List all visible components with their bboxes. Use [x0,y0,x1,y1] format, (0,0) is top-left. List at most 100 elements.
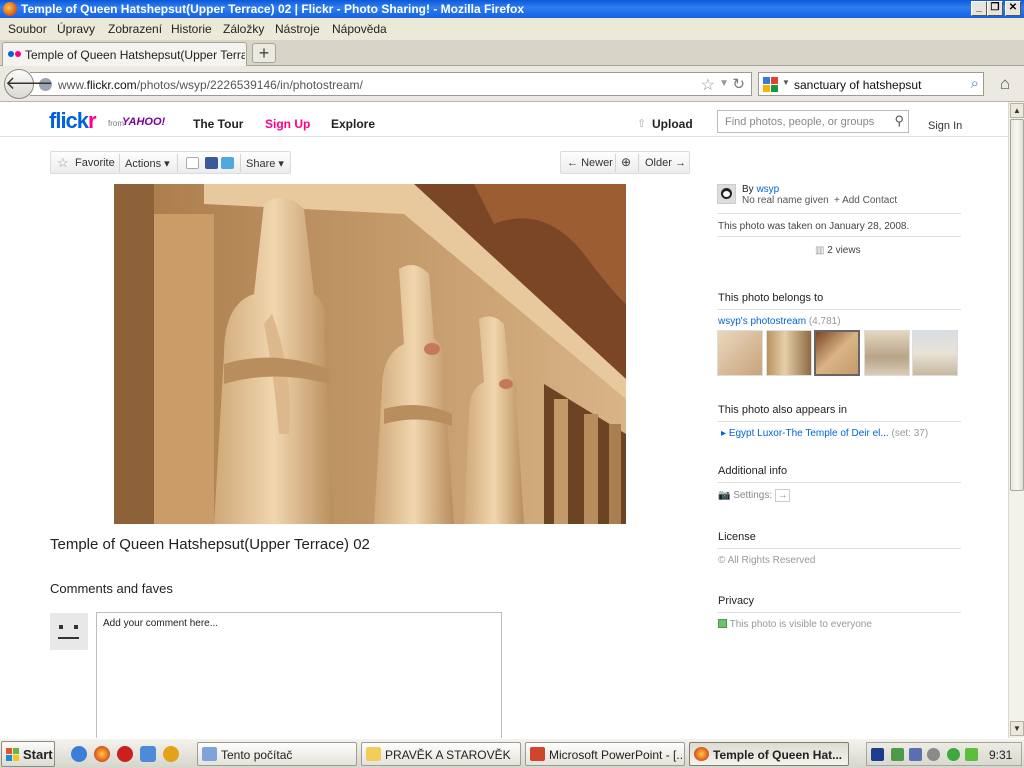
firefox-quicklaunch-icon[interactable] [94,746,110,762]
vertical-scrollbar[interactable]: ▲ ▼ [1008,102,1024,738]
buddy-icon-avatar [50,613,88,650]
upload-arrow-icon: ⇧ [637,118,647,130]
comment-textarea[interactable]: Add your comment here... [96,612,502,738]
folder-icon [366,747,381,761]
taskbar-window-my-computer[interactable]: Tento počítač [197,742,357,766]
new-tab-button[interactable]: + [252,43,276,63]
license-line: © All Rights Reserved [718,555,815,566]
reload-icon[interactable]: ↻ [732,75,745,93]
home-icon[interactable]: ⌂ [994,74,1016,94]
bookmark-star-icon[interactable]: ☆ [701,75,715,95]
photostream-thumb[interactable] [717,330,763,376]
share-button[interactable]: Share ▾ [246,157,284,170]
ie-quicklaunch-icon[interactable] [71,746,87,762]
taskbar-window-folder[interactable]: PRAVĚK A STAROVĚK [361,742,521,766]
email-icon[interactable] [186,157,199,169]
appears-heading: This photo also appears in [718,404,848,416]
license-value[interactable]: All Rights Reserved [728,555,816,566]
menu-napoveda[interactable]: Nápověda [332,22,387,36]
photostream-thumb[interactable] [912,330,958,376]
page-viewport: flickr from YAHOO! The Tour Sign Up Expl… [0,102,1008,738]
owner-link[interactable]: wsyp [756,184,779,195]
set-expand-icon[interactable]: ▸ [721,428,729,439]
scroll-thumb[interactable] [1010,119,1024,491]
tray-icon[interactable] [927,748,940,761]
scroll-down-arrow-icon[interactable]: ▼ [1010,721,1024,736]
minimize-button[interactable]: _ [971,1,987,16]
hatshepsut-statues-image [114,184,626,524]
add-contact-link[interactable]: + Add Contact [834,195,897,206]
volume-icon[interactable] [965,748,978,761]
media-player-quicklaunch-icon[interactable] [163,746,179,762]
toolbar-separator [240,154,241,172]
url-bar[interactable]: www.flickr.com/photos/wsyp/2226539146/in… [30,72,752,96]
nav-explore[interactable]: Explore [331,117,375,131]
zoom-icon[interactable]: ⊕ [621,155,631,169]
url-dropdown-icon[interactable]: ▼ [719,78,729,89]
photostream-thumb[interactable] [864,330,910,376]
public-icon [718,619,727,628]
network-icon[interactable] [909,748,922,761]
twitter-icon[interactable] [221,157,234,169]
start-button[interactable]: Start [1,741,55,767]
actions-button[interactable]: Actions ▾ [125,157,170,170]
back-button[interactable]: 🡐 [4,69,53,99]
owner-subtitle: No real name given [742,195,829,206]
nav-the-tour[interactable]: The Tour [193,117,243,131]
facebook-icon[interactable] [205,157,218,169]
search-engine-bar[interactable]: ▼ sanctuary of hatshepsut ⌕ [758,72,984,96]
flickr-logo[interactable]: flickr [49,108,97,134]
quicklaunch-icon[interactable] [140,746,156,762]
copyright-icon: © [718,555,728,566]
favorite-button[interactable]: Favorite [75,157,115,169]
flickr-search-input[interactable]: Find photos, people, or groups ⚲ [717,110,909,133]
taskbar-window-firefox[interactable]: Temple of Queen Hat... [689,742,849,766]
search-icon[interactable]: ⚲ [894,113,904,129]
toolbar-separator [177,154,178,172]
photostream-thumb[interactable] [766,330,812,376]
nav-sign-up[interactable]: Sign Up [265,117,310,131]
opera-quicklaunch-icon[interactable] [117,746,133,762]
yahoo-logo: YAHOO! [122,116,166,128]
set-link[interactable]: Egypt Luxor-The Temple of Deir el... [729,428,889,439]
menu-zobrazeni[interactable]: Zobrazení [108,22,162,36]
sidebar-divider [717,236,961,237]
photo-title: Temple of Queen Hatshepsut(Upper Terrace… [50,536,370,553]
close-button[interactable]: ✕ [1005,1,1021,16]
sign-in-link[interactable]: Sign In [928,120,962,132]
taskbar-window-powerpoint[interactable]: Microsoft PowerPoint - [... [525,742,685,766]
privacy-heading: Privacy [718,595,755,607]
window-title: Temple of Queen Hatshepsut(Upper Terrace… [21,2,524,16]
newer-button[interactable]: ← Newer [567,157,613,169]
license-heading: License [718,531,756,543]
firefox-icon [694,747,709,761]
menu-nastroje[interactable]: Nástroje [275,22,320,36]
clock[interactable]: 9:31 [989,748,1012,762]
older-button[interactable]: Older → [645,157,686,169]
search-engine-dropdown-icon[interactable]: ▼ [782,78,790,87]
owner-avatar[interactable] [717,184,736,204]
menu-historie[interactable]: Historie [171,22,212,36]
favorite-star-icon[interactable]: ☆ [57,155,69,171]
scroll-up-arrow-icon[interactable]: ▲ [1010,103,1024,118]
url-text: www.flickr.com/photos/wsyp/2226539146/in… [58,78,363,92]
google-icon[interactable] [763,77,779,93]
settings-toggle-button[interactable]: → [774,489,790,502]
flickr-favicon-icon [8,51,22,57]
menu-zalozky[interactable]: Záložky [223,22,264,36]
sidebar-divider [717,213,961,214]
main-photo[interactable] [114,184,626,524]
menu-soubor[interactable]: Soubor [8,22,47,36]
views-count: ▥ 2 views [815,245,861,256]
tab-flickr-photo[interactable]: Temple of Queen Hatshepsut(Upper Terrace… [2,42,247,66]
tray-icon[interactable] [891,748,904,761]
language-icon[interactable] [871,748,884,761]
upload-link[interactable]: Upload [652,117,693,131]
search-go-icon[interactable]: ⌕ [971,75,979,92]
maximize-button[interactable]: ❐ [987,1,1003,16]
search-value[interactable]: sanctuary of hatshepsut [794,78,921,92]
photostream-thumb-current[interactable] [814,330,860,376]
menu-upravy[interactable]: Úpravy [57,22,95,36]
tray-icon[interactable] [947,748,960,761]
photostream-link[interactable]: wsyp's photostream [718,316,806,327]
